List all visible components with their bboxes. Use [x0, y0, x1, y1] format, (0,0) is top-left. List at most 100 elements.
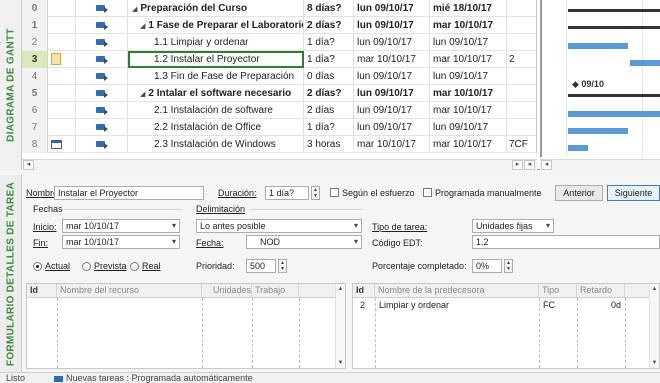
task-row[interactable]: 8 2.3 Instalación de Windows 3 horas mar 10…	[22, 136, 537, 153]
task-predecessor-cell[interactable]	[507, 17, 537, 34]
task-duration-cell[interactable]: 0 días	[304, 68, 354, 85]
task-row[interactable]: 4 1.3 Fin de Fase de Preparación 0 días lun…	[22, 68, 537, 85]
predecessor-name[interactable]: Limpiar y ordenar	[379, 299, 449, 311]
constraint-date-select[interactable]: NOD ▾	[246, 235, 362, 249]
task-id[interactable]: 8	[22, 136, 48, 153]
priority-spinner[interactable]: ▲ ▼	[278, 259, 287, 273]
task-mode-cell[interactable]	[76, 119, 128, 136]
collapse-triangle-icon[interactable]: ◢	[140, 23, 145, 30]
task-id[interactable]: 3	[22, 51, 48, 68]
predecessor-lag[interactable]: 0d	[611, 299, 621, 311]
task-name-input[interactable]: Instalar el Proyector	[54, 186, 204, 200]
task-row[interactable]: 0 ◢ Preparación del Curso 8 días? lun 09/10/…	[22, 0, 537, 17]
task-name-cell[interactable]: 1.1 Limpiar y ordenar	[128, 34, 304, 51]
task-predecessor-cell[interactable]	[507, 0, 537, 17]
calendar-icon[interactable]	[51, 140, 62, 149]
percent-complete-spinner[interactable]: ▲ ▼	[504, 259, 513, 273]
task-start-cell[interactable]: mar 10/10/17	[354, 51, 430, 68]
task-predecessor-cell[interactable]	[507, 119, 537, 136]
effort-driven-checkbox[interactable]	[330, 188, 339, 197]
task-name-cell[interactable]: ◢ 2 Intalar el software necesario	[128, 85, 304, 102]
resources-scrollbar[interactable]: ▲ ▼	[335, 284, 345, 368]
scroll-right-button[interactable]: ▸	[512, 160, 523, 170]
start-date-select[interactable]: mar 10/10/17 ▾	[62, 219, 180, 233]
task-end-cell[interactable]: mié 18/10/17	[430, 0, 507, 17]
predecessors-col-header[interactable]: Tipo	[539, 284, 577, 298]
resources-col-header[interactable]: Nombre del recurso	[57, 284, 202, 298]
task-predecessor-cell[interactable]	[507, 68, 537, 85]
next-button[interactable]: Siguiente	[607, 185, 660, 201]
task-id[interactable]: 0	[22, 0, 48, 17]
radio-actual[interactable]	[33, 262, 42, 271]
percent-complete-input[interactable]: 0%	[472, 259, 502, 273]
task-duration-cell[interactable]: 1 día?	[304, 119, 354, 136]
predecessors-col-header[interactable]: Nombre de la predecesora	[375, 284, 539, 298]
task-name-cell[interactable]: 1.2 Instalar el Proyector	[128, 51, 304, 68]
task-mode-cell[interactable]	[76, 85, 128, 102]
scroll-left-button[interactable]: ◂	[23, 160, 34, 170]
manual-schedule-checkbox[interactable]	[423, 188, 432, 197]
task-mode-cell[interactable]	[76, 102, 128, 119]
task-row[interactable]: 3 1.2 Instalar el Proyector 1 día? mar 10/1…	[22, 51, 537, 68]
scroll-right-end-button[interactable]: ◂	[524, 160, 535, 170]
task-start-cell[interactable]: lun 09/10/17	[354, 34, 430, 51]
end-date-select[interactable]: mar 10/10/17 ▾	[62, 235, 180, 249]
task-start-cell[interactable]: lun 09/10/17	[354, 102, 430, 119]
constraint-type-select[interactable]: Lo antes posible ▾	[196, 219, 362, 233]
task-predecessor-cell[interactable]	[507, 34, 537, 51]
task-start-cell[interactable]: lun 09/10/17	[354, 85, 430, 102]
task-name-cell[interactable]: 1.3 Fin de Fase de Preparación	[128, 68, 304, 85]
task-mode-cell[interactable]	[76, 136, 128, 153]
task-duration-cell[interactable]: 1 día?	[304, 34, 354, 51]
task-predecessor-cell[interactable]: 7CF	[507, 136, 537, 153]
resources-col-header[interactable]: Trabajo	[252, 284, 299, 298]
predecessor-id[interactable]: 2	[360, 299, 365, 311]
task-end-cell[interactable]: lun 09/10/17	[430, 34, 507, 51]
task-name-cell[interactable]: 2.3 Instalación de Windows	[128, 136, 304, 153]
previous-button[interactable]: Anterior	[555, 185, 603, 201]
task-end-cell[interactable]: mar 10/10/17	[430, 17, 507, 34]
duration-spinner[interactable]: ▲ ▼	[311, 186, 320, 200]
radio-real[interactable]	[130, 262, 139, 271]
chart-horizontal-scrollbar[interactable]: ◂	[540, 159, 660, 170]
task-end-cell[interactable]: lun 09/10/17	[430, 119, 507, 136]
task-start-cell[interactable]: lun 09/10/17	[354, 119, 430, 136]
task-row[interactable]: 6 2.1 Instalación de software 2 días lun 09…	[22, 102, 537, 119]
task-type-select[interactable]: Unidades fijas ▾	[472, 219, 554, 233]
task-start-cell[interactable]: lun 09/10/17	[354, 68, 430, 85]
predecessors-scrollbar[interactable]: ▲ ▼	[649, 284, 659, 368]
collapse-triangle-icon[interactable]: ◢	[140, 91, 145, 98]
resources-col-header[interactable]: Unidades	[202, 284, 252, 298]
task-predecessor-cell[interactable]: 2	[507, 51, 537, 68]
task-row[interactable]: 5 ◢ 2 Intalar el software necesario 2 días?…	[22, 85, 537, 102]
task-duration-cell[interactable]: 1 día?	[304, 51, 354, 68]
duration-input[interactable]: 1 día?	[265, 186, 309, 200]
predecessor-type[interactable]: FC	[543, 299, 555, 311]
predecessors-col-header[interactable]: Id	[353, 284, 375, 298]
task-duration-cell[interactable]: 2 días?	[304, 85, 354, 102]
task-mode-cell[interactable]	[76, 0, 128, 17]
task-row[interactable]: 1 ◢ 1 Fase de Preparar el Laboratorio 2 día…	[22, 17, 537, 34]
task-end-cell[interactable]: mar 10/10/17	[430, 136, 507, 153]
radio-prevista[interactable]	[82, 262, 91, 271]
task-id[interactable]: 1	[22, 17, 48, 34]
task-id[interactable]: 4	[22, 68, 48, 85]
resources-col-header[interactable]: Id	[27, 284, 57, 298]
task-end-cell[interactable]: lun 09/10/17	[430, 68, 507, 85]
task-start-cell[interactable]: lun 09/10/17	[354, 0, 430, 17]
task-start-cell[interactable]: lun 09/10/17	[354, 17, 430, 34]
task-predecessor-cell[interactable]	[507, 85, 537, 102]
task-mode-cell[interactable]	[76, 51, 128, 68]
task-duration-cell[interactable]: 3 horas	[304, 136, 354, 153]
note-icon[interactable]	[51, 53, 61, 65]
collapse-triangle-icon[interactable]: ◢	[132, 6, 137, 13]
task-id[interactable]: 7	[22, 119, 48, 136]
task-id[interactable]: 2	[22, 34, 48, 51]
task-end-cell[interactable]: mar 10/10/17	[430, 51, 507, 68]
task-duration-cell[interactable]: 2 días	[304, 102, 354, 119]
chart-scroll-left-button[interactable]: ◂	[541, 160, 552, 170]
task-duration-cell[interactable]: 8 días?	[304, 0, 354, 17]
task-mode-icon[interactable]	[54, 374, 63, 383]
task-name-cell[interactable]: ◢ 1 Fase de Preparar el Laboratorio	[128, 17, 304, 34]
task-row[interactable]: 7 2.2 Instalación de Office 1 día? lun 09/1…	[22, 119, 537, 136]
